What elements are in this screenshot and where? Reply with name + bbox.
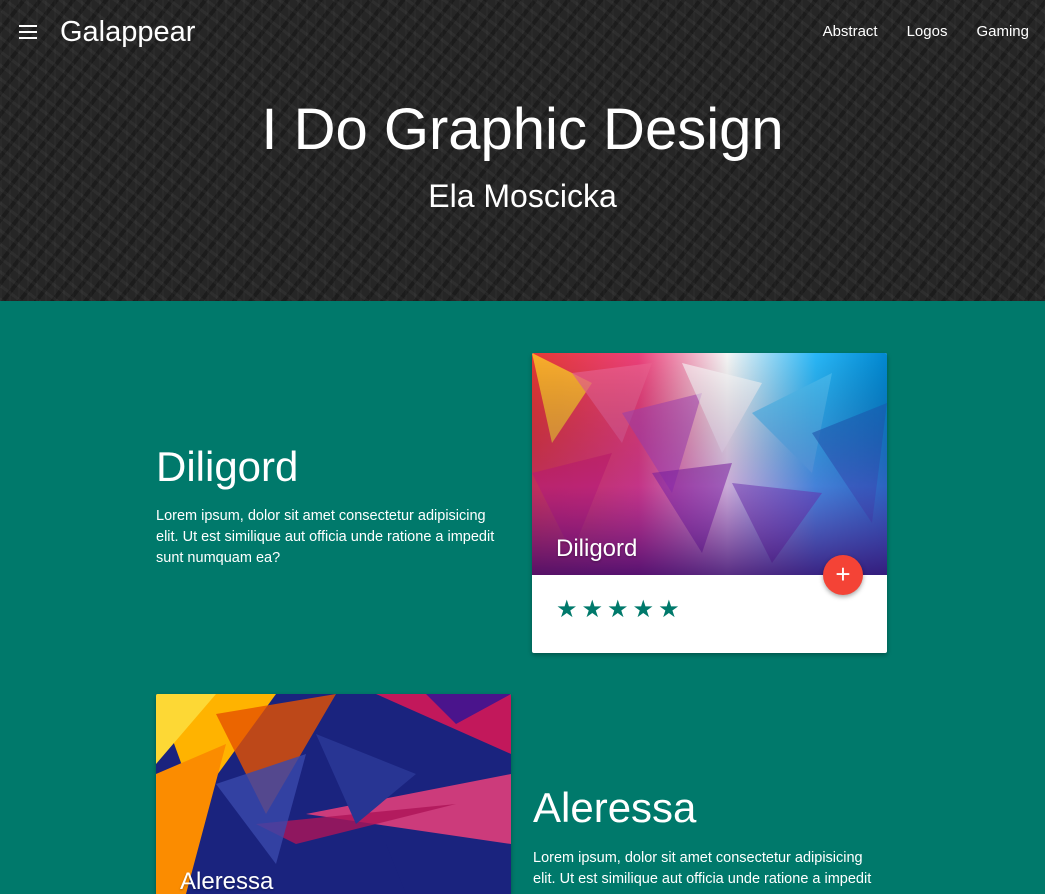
nav-link-gaming[interactable]: Gaming — [976, 22, 1029, 42]
section-heading-diligord: Diligord — [156, 443, 299, 490]
card-image-diligord: Diligord — [532, 353, 887, 575]
card-title-aleressa: Aleressa — [180, 868, 274, 894]
hero-subtitle: Ela Moscicka — [428, 178, 617, 214]
section-text-diligord: Lorem ipsum, dolor sit amet consectetur … — [156, 508, 495, 566]
card-image-aleressa: Aleressa — [156, 694, 511, 894]
add-icon: + — [835, 559, 851, 589]
star-icon: ★ — [556, 596, 578, 623]
card-title-diligord: Diligord — [556, 535, 638, 562]
menu-icon[interactable] — [19, 24, 39, 40]
abstract-image — [156, 694, 511, 894]
nav-links: Abstract Logos Gaming — [823, 22, 1029, 42]
hero-header: Galappear Abstract Logos Gaming I Do Gra… — [0, 0, 1045, 301]
star-icon: ★ — [658, 596, 680, 623]
star-icon: ★ — [581, 596, 604, 623]
card-diligord: Diligord + ★ ★ ★ ★ ★ — [532, 353, 887, 653]
section-heading-aleressa: Aleressa — [533, 784, 697, 831]
star-icon: ★ — [632, 596, 655, 623]
nav-link-logos[interactable]: Logos — [907, 22, 948, 42]
add-button[interactable]: + — [823, 555, 863, 595]
brand-logo[interactable]: Galappear — [60, 14, 195, 50]
navbar: Galappear Abstract Logos Gaming — [0, 0, 1045, 64]
portfolio-section: Diligord Lorem ipsum, dolor sit amet con… — [0, 301, 1045, 894]
section-text-aleressa: Lorem ipsum, dolor sit amet consectetur … — [533, 850, 872, 887]
hero-title: I Do Graphic Design — [261, 97, 784, 162]
nav-link-abstract[interactable]: Abstract — [823, 22, 878, 42]
card-aleressa: Aleressa — [156, 694, 511, 894]
star-icon: ★ — [607, 596, 629, 623]
rating-stars: ★ ★ ★ ★ ★ — [556, 597, 680, 623]
